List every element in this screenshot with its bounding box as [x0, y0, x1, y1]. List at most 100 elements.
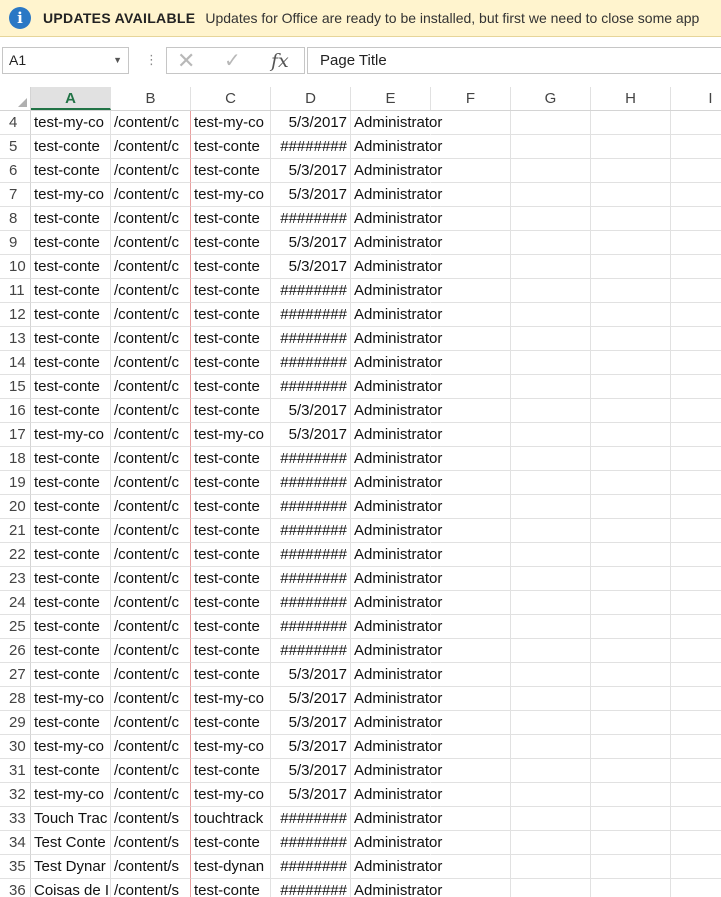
row-header[interactable]: 28 — [0, 687, 31, 711]
cell-c[interactable]: test-conte — [191, 351, 271, 375]
cell-d[interactable]: 5/3/2017 — [271, 399, 351, 423]
cell-i[interactable] — [671, 591, 721, 615]
cell-c[interactable]: test-conte — [191, 471, 271, 495]
row-header[interactable]: 5 — [0, 135, 31, 159]
cell-e[interactable]: Administrator — [351, 375, 442, 399]
cell-b[interactable]: /content/c — [111, 471, 191, 495]
cell-a[interactable]: test-conte — [31, 711, 111, 735]
cell-g[interactable] — [511, 279, 591, 303]
row-header[interactable]: 24 — [0, 591, 31, 615]
cell-b[interactable]: /content/c — [111, 615, 191, 639]
cell-d[interactable]: 5/3/2017 — [271, 159, 351, 183]
row-header[interactable]: 32 — [0, 783, 31, 807]
formula-bar-grip-icon[interactable]: ⋮ — [145, 51, 158, 69]
row-header[interactable]: 7 — [0, 183, 31, 207]
cancel-icon[interactable]: ✕ — [177, 49, 195, 73]
cell-d[interactable]: ######## — [271, 495, 351, 519]
cell-c[interactable]: test-conte — [191, 879, 271, 897]
cell-f[interactable] — [431, 591, 511, 615]
cell-i[interactable] — [671, 687, 721, 711]
cell-i[interactable] — [671, 639, 721, 663]
cell-c[interactable]: test-conte — [191, 279, 271, 303]
cell-c[interactable]: test-conte — [191, 831, 271, 855]
cell-d[interactable]: ######## — [271, 543, 351, 567]
row-header[interactable]: 17 — [0, 423, 31, 447]
cell-b[interactable]: /content/c — [111, 663, 191, 687]
cell-c[interactable]: test-conte — [191, 639, 271, 663]
row-header[interactable]: 26 — [0, 639, 31, 663]
cell-a[interactable]: test-conte — [31, 495, 111, 519]
cell-g[interactable] — [511, 231, 591, 255]
cell-g[interactable] — [511, 783, 591, 807]
cell-b[interactable]: /content/c — [111, 447, 191, 471]
cell-h[interactable] — [591, 255, 671, 279]
cell-f[interactable] — [431, 279, 511, 303]
cell-a[interactable]: Test Conte — [31, 831, 111, 855]
cell-g[interactable] — [511, 423, 591, 447]
cell-g[interactable] — [511, 351, 591, 375]
cell-g[interactable] — [511, 471, 591, 495]
cell-h[interactable] — [591, 711, 671, 735]
row-header[interactable]: 11 — [0, 279, 31, 303]
chevron-down-icon[interactable]: ▼ — [113, 48, 122, 73]
row-header[interactable]: 4 — [0, 111, 31, 135]
cell-f[interactable] — [431, 183, 511, 207]
cell-f[interactable] — [431, 543, 511, 567]
cell-i[interactable] — [671, 231, 721, 255]
column-header-d[interactable]: D — [271, 87, 351, 110]
column-header-a[interactable]: A — [31, 87, 111, 110]
row-header[interactable]: 15 — [0, 375, 31, 399]
cell-i[interactable] — [671, 567, 721, 591]
cell-i[interactable] — [671, 879, 721, 897]
cell-i[interactable] — [671, 207, 721, 231]
cell-e[interactable]: Administrator — [351, 807, 442, 831]
row-header[interactable]: 10 — [0, 255, 31, 279]
insert-function-icon[interactable]: fx — [271, 49, 289, 73]
column-header-b[interactable]: B — [111, 87, 191, 110]
cell-e[interactable]: Administrator — [351, 591, 442, 615]
cell-h[interactable] — [591, 423, 671, 447]
cell-i[interactable] — [671, 327, 721, 351]
cell-b[interactable]: /content/c — [111, 759, 191, 783]
cell-b[interactable]: /content/c — [111, 543, 191, 567]
column-header-g[interactable]: G — [511, 87, 591, 110]
cell-i[interactable] — [671, 135, 721, 159]
select-all-corner[interactable] — [0, 87, 31, 110]
cell-i[interactable] — [671, 159, 721, 183]
row-header[interactable]: 22 — [0, 543, 31, 567]
cell-f[interactable] — [431, 207, 511, 231]
cell-i[interactable] — [671, 663, 721, 687]
cell-g[interactable] — [511, 399, 591, 423]
cell-c[interactable]: test-conte — [191, 711, 271, 735]
cell-g[interactable] — [511, 207, 591, 231]
cell-g[interactable] — [511, 735, 591, 759]
cell-h[interactable] — [591, 447, 671, 471]
cell-h[interactable] — [591, 591, 671, 615]
cell-f[interactable] — [431, 807, 511, 831]
cell-c[interactable]: test-my-co — [191, 111, 271, 135]
cell-c[interactable]: test-dynan — [191, 855, 271, 879]
cell-e[interactable]: Administrator — [351, 399, 442, 423]
cell-a[interactable]: test-conte — [31, 591, 111, 615]
cell-e[interactable]: Administrator — [351, 735, 442, 759]
row-header[interactable]: 33 — [0, 807, 31, 831]
cell-e[interactable]: Administrator — [351, 663, 442, 687]
cell-h[interactable] — [591, 111, 671, 135]
cell-a[interactable]: test-conte — [31, 279, 111, 303]
cell-c[interactable]: test-conte — [191, 327, 271, 351]
cell-b[interactable]: /content/c — [111, 303, 191, 327]
cell-f[interactable] — [431, 447, 511, 471]
cell-e[interactable]: Administrator — [351, 183, 442, 207]
cell-f[interactable] — [431, 111, 511, 135]
cell-i[interactable] — [671, 543, 721, 567]
cell-c[interactable]: test-conte — [191, 447, 271, 471]
cell-d[interactable]: 5/3/2017 — [271, 111, 351, 135]
cell-e[interactable]: Administrator — [351, 135, 442, 159]
cell-b[interactable]: /content/c — [111, 519, 191, 543]
cell-g[interactable] — [511, 687, 591, 711]
cell-f[interactable] — [431, 831, 511, 855]
cell-i[interactable] — [671, 279, 721, 303]
cell-h[interactable] — [591, 615, 671, 639]
cell-b[interactable]: /content/c — [111, 711, 191, 735]
cell-h[interactable] — [591, 351, 671, 375]
